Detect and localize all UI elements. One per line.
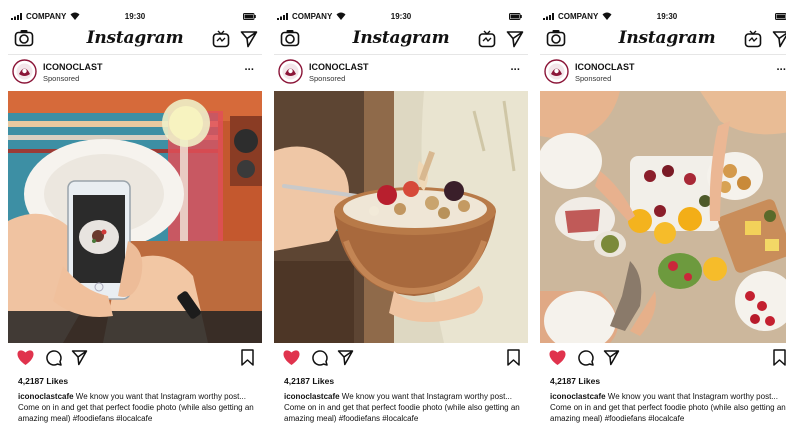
battery-icon	[509, 13, 522, 20]
share-icon[interactable]	[337, 349, 354, 366]
heart-icon[interactable]	[282, 349, 301, 366]
post-photo[interactable]	[540, 91, 786, 343]
battery-icon	[775, 13, 786, 20]
clock: 19:30	[124, 12, 146, 21]
share-icon[interactable]	[71, 349, 88, 366]
header-divider	[274, 54, 528, 55]
post-photo[interactable]	[8, 91, 262, 343]
more-options-icon[interactable]: ···	[777, 64, 786, 76]
sponsored-label: Sponsored	[575, 74, 612, 83]
comment-icon[interactable]	[45, 349, 62, 366]
battery-icon	[243, 13, 256, 20]
share-icon[interactable]	[603, 349, 620, 366]
likes-count[interactable]: 4,2187 Likes	[550, 376, 600, 386]
clock: 19:30	[390, 12, 412, 21]
status-bar: COMPANY 19:30	[540, 10, 786, 24]
post-panel-3: COMPANY 19:30 Instagram ICONOCLAST Spons…	[540, 0, 786, 423]
more-options-icon[interactable]: ···	[511, 64, 521, 76]
caption-username[interactable]: iconoclastcafe	[550, 392, 606, 401]
post-username[interactable]: ICONOCLAST	[43, 62, 103, 72]
igtv-icon[interactable]	[744, 30, 762, 48]
post-panel-2: COMPANY 19:30 Instagram ICONOCLAST Spons…	[274, 0, 528, 423]
app-header: Instagram	[274, 26, 528, 52]
post-caption: iconoclastcafe We know you want that Ins…	[18, 391, 256, 423]
avatar[interactable]	[544, 59, 569, 84]
avatar[interactable]	[12, 59, 37, 84]
clock: 19:30	[656, 12, 678, 21]
post-username[interactable]: ICONOCLAST	[309, 62, 369, 72]
igtv-icon[interactable]	[478, 30, 496, 48]
likes-count[interactable]: 4,2187 Likes	[284, 376, 334, 386]
avatar[interactable]	[278, 59, 303, 84]
post-username[interactable]: ICONOCLAST	[575, 62, 635, 72]
app-header: Instagram	[8, 26, 262, 52]
sponsored-label: Sponsored	[309, 74, 346, 83]
post-caption: iconoclastcafe We know you want that Ins…	[284, 391, 522, 423]
direct-send-icon[interactable]	[240, 30, 258, 48]
post-panel-1: COMPANY 19:30 Instagram ICONOCLAST Spons…	[8, 0, 262, 423]
comment-icon[interactable]	[311, 349, 328, 366]
sponsored-label: Sponsored	[43, 74, 80, 83]
header-divider	[540, 54, 786, 55]
post-photo[interactable]	[274, 91, 528, 343]
caption-username[interactable]: iconoclastcafe	[284, 392, 340, 401]
caption-username[interactable]: iconoclastcafe	[18, 392, 74, 401]
bookmark-icon[interactable]	[773, 349, 786, 366]
likes-count[interactable]: 4,2187 Likes	[18, 376, 68, 386]
header-divider	[8, 54, 262, 55]
bookmark-icon[interactable]	[507, 349, 520, 366]
post-caption: iconoclastcafe We know you want that Ins…	[550, 391, 786, 423]
igtv-icon[interactable]	[212, 30, 230, 48]
direct-send-icon[interactable]	[506, 30, 524, 48]
direct-send-icon[interactable]	[772, 30, 786, 48]
comment-icon[interactable]	[577, 349, 594, 366]
app-header: Instagram	[540, 26, 786, 52]
bookmark-icon[interactable]	[241, 349, 254, 366]
heart-icon[interactable]	[548, 349, 567, 366]
status-bar: COMPANY 19:30	[274, 10, 528, 24]
status-bar: COMPANY 19:30	[8, 10, 262, 24]
more-options-icon[interactable]: ···	[245, 64, 255, 76]
heart-icon[interactable]	[16, 349, 35, 366]
